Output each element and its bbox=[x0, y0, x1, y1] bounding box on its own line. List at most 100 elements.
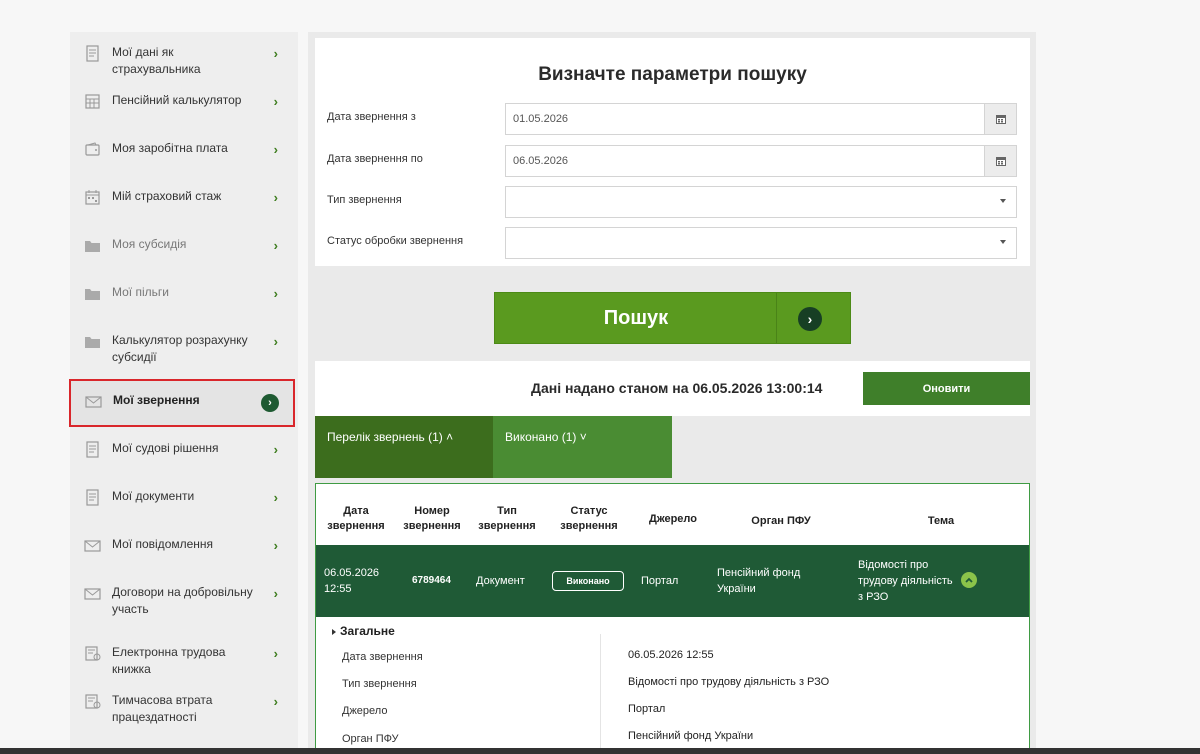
tab-completed[interactable]: Виконано (1) ˅ bbox=[493, 416, 672, 478]
search-title: Визначте параметри пошуку bbox=[538, 64, 807, 85]
sidebar-item-court-decisions[interactable]: Мої судові рішення › bbox=[70, 440, 298, 458]
sidebar-item-label: Мої пільги bbox=[112, 285, 169, 299]
document-icon bbox=[84, 489, 101, 506]
row-source: Портал bbox=[641, 575, 679, 587]
document-icon bbox=[84, 441, 101, 458]
chevron-right-icon: › bbox=[273, 94, 278, 109]
chevron-right-icon: › bbox=[273, 538, 278, 553]
sidebar-item-insurer-data[interactable]: Мої дані як страхувальника › bbox=[70, 44, 298, 78]
folder-icon bbox=[84, 285, 101, 302]
detail-value: Відомості про трудову діяльність з РЗО bbox=[628, 676, 830, 688]
chevron-right-icon: › bbox=[273, 442, 278, 457]
row-number: 6789464 bbox=[412, 575, 451, 586]
chevron-right-icon: › bbox=[273, 334, 278, 349]
date-from-value: 01.05.2026 bbox=[513, 113, 569, 125]
sidebar-item-label: Калькулятор розрахунку субсидії bbox=[112, 333, 248, 364]
bottom-bar bbox=[0, 748, 1200, 754]
folder-icon bbox=[84, 237, 101, 254]
chevron-right-icon: › bbox=[273, 694, 278, 709]
sidebar-item-label: Пенсійний калькулятор bbox=[112, 93, 242, 107]
chevron-right-icon: › bbox=[273, 646, 278, 661]
sidebar-item-subsidy-calculator[interactable]: Калькулятор розрахунку субсидії › bbox=[70, 332, 298, 366]
workbook-icon bbox=[84, 645, 101, 662]
calculator-icon bbox=[84, 93, 101, 110]
header-date: Дата звернення bbox=[327, 505, 385, 532]
document-icon bbox=[84, 45, 101, 62]
sidebar-item-label: Моя заробітна плата bbox=[112, 141, 228, 155]
sidebar-item-my-requests[interactable]: Мої звернення › bbox=[69, 379, 295, 427]
header-status: Статус звернення bbox=[560, 505, 618, 532]
calendar-icon[interactable] bbox=[984, 104, 1016, 134]
data-status-bar: Дані надано станом на 06.05.2026 13:00:1… bbox=[315, 361, 1030, 416]
chevron-right-icon: › bbox=[273, 190, 278, 205]
table-row[interactable]: 06.05.2026 12:55 6789464 Документ Викона… bbox=[316, 545, 1029, 617]
general-section-toggle[interactable]: Загальне bbox=[332, 624, 395, 638]
header-type: Тип звернення bbox=[478, 505, 536, 532]
chevron-right-icon: › bbox=[798, 307, 822, 331]
sidebar-item-voluntary-contracts[interactable]: Договори на добровільну участь › bbox=[70, 584, 298, 618]
detail-label: Джерело bbox=[342, 705, 388, 717]
date-to-field[interactable]: 06.05.2026 bbox=[505, 145, 1017, 177]
sidebar-item-labor-book[interactable]: Електронна трудова книжка › bbox=[70, 644, 298, 678]
sidebar-item-label: Тимчасова втрата працездатності bbox=[112, 693, 213, 724]
divider bbox=[600, 634, 601, 754]
sidebar-item-label: Мої судові рішення bbox=[112, 441, 219, 455]
tab-requests-list[interactable]: Перелік звернень (1) ˄ bbox=[315, 416, 493, 478]
detail-label: Дата звернення bbox=[342, 651, 423, 663]
refresh-button[interactable]: Оновити bbox=[863, 372, 1030, 405]
sidebar-item-subsidy[interactable]: Моя субсидія › bbox=[70, 236, 298, 254]
row-organ: Пенсійний фонд України bbox=[717, 567, 801, 595]
sidebar-item-label: Мої документи bbox=[112, 489, 195, 503]
detail-label: Орган ПФУ bbox=[342, 733, 399, 745]
sidebar-item-label: Мої дані як страхувальника bbox=[112, 45, 201, 76]
wallet-icon bbox=[84, 141, 101, 158]
envelope-icon bbox=[85, 393, 102, 410]
chevron-right-icon: › bbox=[273, 46, 278, 61]
sidebar-item-documents[interactable]: Мої документи › bbox=[70, 488, 298, 506]
calendar-icon[interactable] bbox=[984, 146, 1016, 176]
sidebar-item-salary[interactable]: Моя заробітна плата › bbox=[70, 140, 298, 158]
sidebar-item-label: Мої звернення bbox=[113, 393, 200, 407]
sidebar-item-temporary-disability[interactable]: Тимчасова втрата працездатності › bbox=[70, 692, 298, 726]
row-date: 06.05.2026 12:55 bbox=[324, 567, 380, 595]
sidebar: Мої дані як страхувальника › Пенсійний к… bbox=[69, 32, 298, 754]
folder-icon bbox=[84, 333, 101, 350]
results-tabs: Перелік звернень (1) ˄ Виконано (1) ˅ bbox=[315, 416, 672, 478]
caret-right-icon bbox=[332, 628, 336, 635]
date-to-value: 06.05.2026 bbox=[513, 155, 569, 167]
search-button[interactable]: Пошук › bbox=[494, 292, 851, 344]
sidebar-item-label: Мій страховий стаж bbox=[112, 189, 222, 203]
general-section-title: Загальне bbox=[340, 624, 395, 638]
chevron-right-icon: › bbox=[273, 586, 278, 601]
sidebar-item-label: Електронна трудова книжка bbox=[112, 645, 226, 676]
request-type-label: Тип звернення bbox=[327, 194, 402, 206]
detail-label: Тип звернення bbox=[342, 678, 417, 690]
chevron-right-icon: › bbox=[273, 490, 278, 505]
header-organ: Орган ПФУ bbox=[751, 515, 811, 527]
date-from-field[interactable]: 01.05.2026 bbox=[505, 103, 1017, 135]
workbook-icon bbox=[84, 693, 101, 710]
divider bbox=[776, 293, 777, 343]
sidebar-item-notifications[interactable]: Мої повідомлення › bbox=[70, 536, 298, 554]
chevron-right-icon: › bbox=[273, 142, 278, 157]
chevron-down-icon bbox=[1000, 240, 1006, 244]
sidebar-item-pension-calculator[interactable]: Пенсійний калькулятор › bbox=[70, 92, 298, 110]
chevron-right-icon: › bbox=[261, 394, 279, 412]
processing-status-label: Статус обробки звернення bbox=[327, 235, 464, 247]
sidebar-item-label: Моя субсидія bbox=[112, 237, 187, 251]
sidebar-item-label: Мої повідомлення bbox=[112, 537, 214, 551]
row-type: Документ bbox=[476, 575, 525, 587]
results-table: Дата звернення Номер звернення Тип зверн… bbox=[315, 483, 1030, 754]
envelope-icon bbox=[84, 585, 101, 602]
sidebar-item-benefits[interactable]: Мої пільги › bbox=[70, 284, 298, 302]
detail-value: 06.05.2026 12:55 bbox=[628, 649, 714, 661]
date-to-label: Дата звернення по bbox=[327, 153, 423, 165]
search-button-label: Пошук bbox=[603, 306, 669, 329]
envelope-icon bbox=[84, 537, 101, 554]
processing-status-select[interactable] bbox=[505, 227, 1017, 259]
sidebar-item-label: Договори на добровільну участь bbox=[112, 585, 253, 616]
chevron-up-icon[interactable] bbox=[961, 572, 977, 588]
row-topic: Відомості про трудову діяльність з РЗО bbox=[858, 559, 953, 603]
request-type-select[interactable] bbox=[505, 186, 1017, 218]
sidebar-item-insurance-record[interactable]: Мій страховий стаж › bbox=[70, 188, 298, 206]
